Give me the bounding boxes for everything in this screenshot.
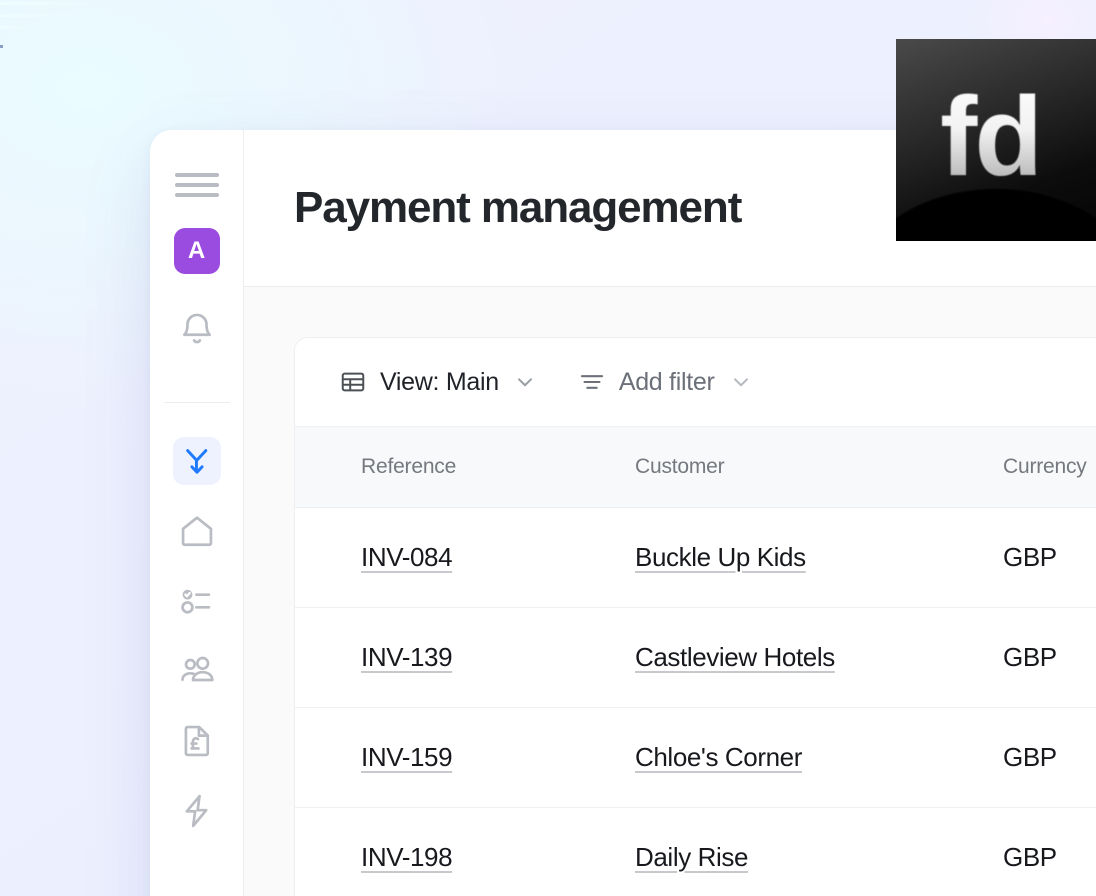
cell-customer: Castleview Hotels: [617, 607, 975, 708]
people-icon: [180, 656, 214, 682]
add-filter-label: Add filter: [618, 367, 715, 396]
video-overlay[interactable]: fd: [896, 39, 1096, 241]
payments-table: Reference Customer Currency INV-084 Buck…: [295, 427, 1096, 896]
view-label: View: Main: [380, 367, 499, 396]
sidebar-nav: [172, 437, 221, 835]
table-view-icon: [341, 372, 365, 392]
chevron-down-icon[interactable]: [728, 369, 754, 395]
cell-reference: INV-198: [295, 807, 617, 896]
cell-customer: Daily Rise: [617, 807, 975, 896]
table-row[interactable]: INV-084 Buckle Up Kids GBP: [295, 507, 1096, 608]
cell-customer: Buckle Up Kids: [617, 507, 975, 608]
cell-currency: GBP: [975, 807, 1096, 896]
column-header-reference[interactable]: Reference: [295, 427, 617, 508]
sidebar-item-home[interactable]: [173, 507, 221, 555]
chevron-down-icon[interactable]: [512, 369, 538, 395]
page-title: Payment management: [294, 183, 742, 232]
bell-icon[interactable]: [173, 306, 221, 354]
filter-lines-icon: [580, 375, 603, 389]
content-area: View: Main Add filter Reference Customer…: [244, 287, 1096, 896]
view-selector[interactable]: View: Main: [339, 368, 538, 397]
reference-link[interactable]: INV-159: [361, 742, 453, 772]
sidebar-item-invoices[interactable]: [173, 717, 221, 765]
cell-currency: GBP: [975, 507, 1096, 608]
customer-link[interactable]: Daily Rise: [635, 842, 748, 872]
cell-reference: INV-159: [295, 707, 617, 808]
cell-reference: INV-139: [295, 607, 617, 708]
cell-currency: GBP: [975, 607, 1096, 708]
sidebar-item-flow[interactable]: [172, 437, 221, 485]
table-row[interactable]: INV-139 Castleview Hotels GBP: [295, 607, 1096, 708]
app-window: A Payment management View: Main Add filt…: [150, 130, 1096, 896]
add-filter-button[interactable]: Add filter: [578, 368, 754, 397]
customer-link[interactable]: Castleview Hotels: [635, 642, 835, 672]
cell-currency: GBP: [975, 707, 1096, 808]
sidebar-item-tasks[interactable]: [173, 577, 221, 625]
cell-customer: Chloe's Corner: [617, 707, 975, 808]
invoice-gbp-icon: [184, 725, 209, 757]
video-overlay-text: fd: [940, 73, 1043, 199]
sidebar-divider: [163, 402, 230, 403]
reference-link[interactable]: INV-139: [361, 642, 453, 672]
table-row[interactable]: INV-198 Daily Rise GBP: [295, 807, 1096, 896]
decorative-streak: [0, 26, 52, 29]
home-icon: [181, 516, 212, 547]
lightning-icon: [185, 794, 208, 828]
avatar[interactable]: A: [173, 228, 220, 274]
decorative-arc: [0, 0, 110, 72]
table-row[interactable]: INV-159 Chloe's Corner GBP: [295, 707, 1096, 808]
table-header-row: Reference Customer Currency: [295, 427, 1096, 508]
y-arrow-icon: [185, 449, 207, 474]
tasks-icon: [180, 589, 210, 614]
sidebar: A: [150, 130, 244, 896]
table-card: View: Main Add filter Reference Customer…: [294, 337, 1096, 896]
reference-link[interactable]: INV-084: [361, 542, 453, 572]
column-header-currency[interactable]: Currency: [975, 427, 1096, 508]
sidebar-item-customers[interactable]: [173, 647, 221, 695]
table-toolbar: View: Main Add filter: [295, 338, 1096, 427]
cell-reference: INV-084: [295, 507, 617, 608]
customer-link[interactable]: Buckle Up Kids: [635, 542, 806, 572]
decorative-dot: [0, 45, 3, 48]
customer-link[interactable]: Chloe's Corner: [635, 742, 802, 772]
hamburger-menu-icon[interactable]: [174, 170, 219, 200]
decorative-streak: [0, 14, 80, 17]
sidebar-item-automations[interactable]: [173, 787, 221, 835]
avatar-label: A: [187, 237, 206, 264]
reference-link[interactable]: INV-198: [361, 842, 453, 872]
screen: A Payment management View: Main Add filt…: [0, 0, 1096, 896]
column-header-customer[interactable]: Customer: [617, 427, 975, 508]
decorative-streak: [0, 2, 110, 5]
table-body: INV-084 Buckle Up Kids GBP INV-139 Castl…: [295, 507, 1096, 896]
